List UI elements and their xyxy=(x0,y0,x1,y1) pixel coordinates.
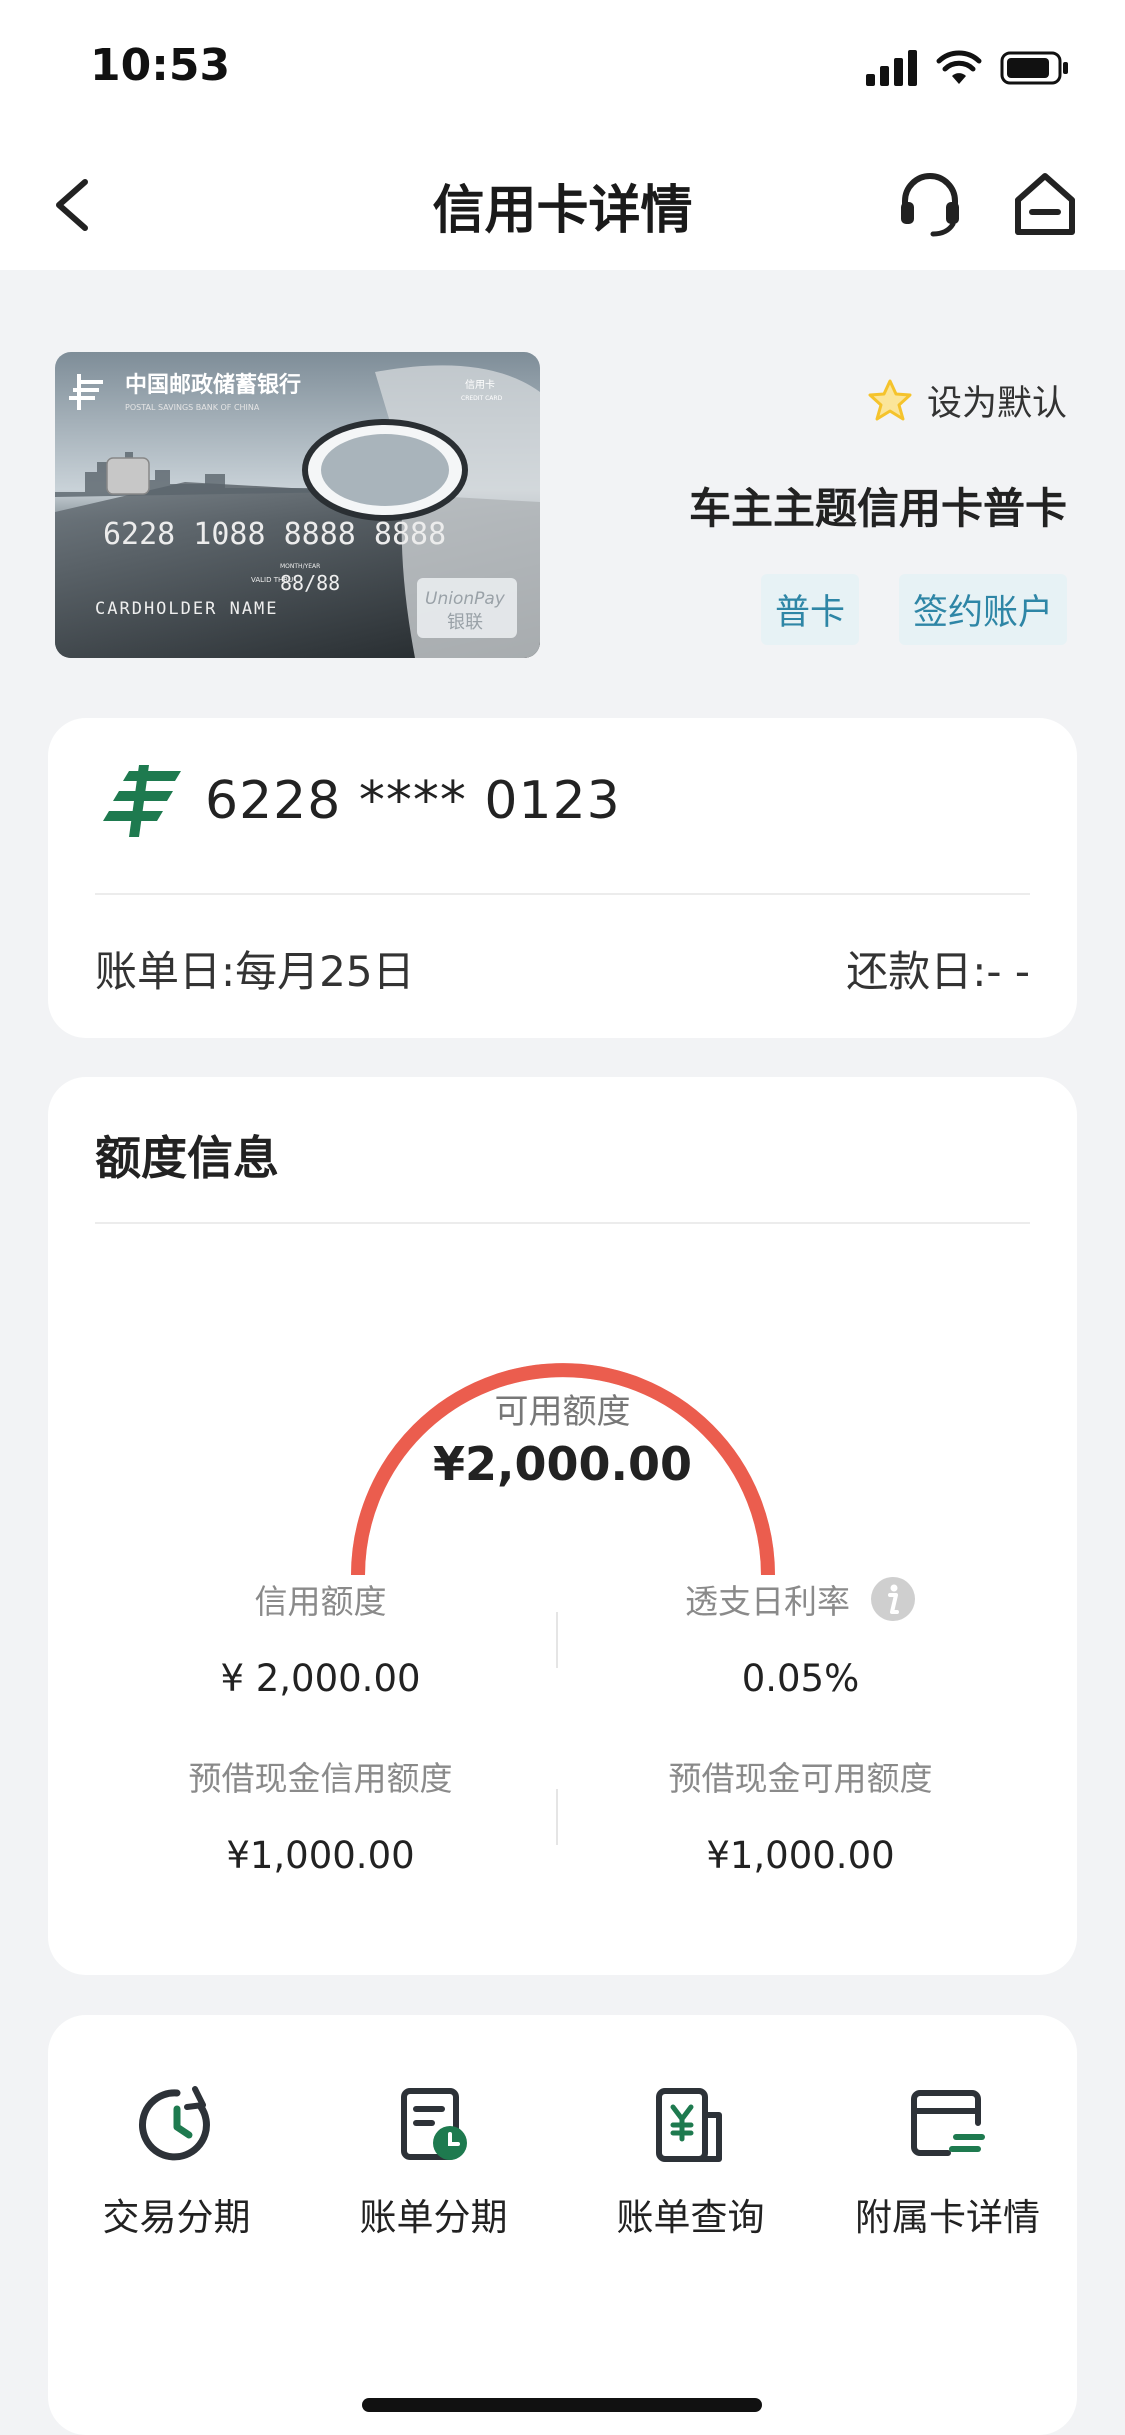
clock-installment-icon xyxy=(138,2086,210,2161)
set-default-label: 设为默认 xyxy=(926,384,1067,424)
divider xyxy=(95,1222,1030,1224)
battery-icon xyxy=(1000,51,1068,85)
quick-actions-panel: 交易分期 账单分期 账单查询 附属卡详情 xyxy=(48,2015,1077,2435)
status-icons xyxy=(866,50,1070,86)
credit-card-image[interactable]: 中国邮政储蓄银行 POSTAL SAVINGS BANK OF CHINA 信用… xyxy=(55,352,540,658)
cash-advance-available-value: ¥1,000.00 xyxy=(706,1834,895,1877)
limit-section-title: 额度信息 xyxy=(95,1131,279,1185)
card-tags: 普卡 签约账户 xyxy=(760,574,1067,645)
star-icon xyxy=(868,379,912,420)
divider xyxy=(556,1789,558,1845)
credit-limit-label: 信用额度 xyxy=(254,1582,387,1621)
card-product-name: 车主主题信用卡普卡 xyxy=(688,484,1067,533)
bill-day: 账单日:每月25日 xyxy=(95,947,415,996)
psbc-logo-icon xyxy=(103,765,181,837)
available-limit-value: ¥2,000.00 xyxy=(433,1437,692,1491)
unionpay-logo: UnionPay 银联 xyxy=(417,578,517,638)
quick-bill-installment[interactable]: 账单分期 xyxy=(305,2085,562,2241)
nav-bar: 信用卡详情 xyxy=(0,140,1125,270)
svg-text:银联: 银联 xyxy=(447,612,483,633)
quick-supplementary-card[interactable]: 附属卡详情 xyxy=(819,2085,1076,2241)
card-bank-name-en: POSTAL SAVINGS BANK OF CHINA xyxy=(125,403,260,412)
status-time: 10:53 xyxy=(90,40,231,91)
svg-text:UnionPay: UnionPay xyxy=(425,589,506,609)
quick-action-label: 附属卡详情 xyxy=(855,2196,1040,2239)
pay-day: 还款日:- - xyxy=(846,947,1030,996)
credit-limit-value: ¥ 2,000.00 xyxy=(220,1657,421,1700)
quick-action-label: 账单查询 xyxy=(616,2196,765,2239)
card-label: 信用卡 xyxy=(465,378,495,391)
card-month-year: MONTH/YEAR xyxy=(280,563,320,570)
home-indicator xyxy=(362,2398,762,2412)
available-limit-label: 可用额度 xyxy=(494,1392,631,1432)
quick-action-label: 账单分期 xyxy=(359,2196,508,2239)
cash-advance-available: 预借现金可用额度 ¥1,000.00 xyxy=(568,1752,1033,1877)
card-number-masked: 6228 **** 0123 xyxy=(205,771,621,831)
tag-signed-account: 签约账户 xyxy=(898,574,1067,645)
card-bank-name: 中国邮政储蓄银行 xyxy=(125,372,301,398)
cash-advance-limit: 预借现金信用额度 ¥1,000.00 xyxy=(88,1752,553,1877)
credit-limit: 信用额度 ¥ 2,000.00 xyxy=(88,1575,553,1700)
limit-panel: 额度信息 可用额度 ¥2,000.00 信用额度 ¥ 2,000.00 透支日利… xyxy=(48,1077,1077,1975)
cash-advance-limit-label: 预借现金信用额度 xyxy=(188,1759,453,1798)
divider xyxy=(556,1612,558,1668)
card-holder: CARDHOLDER NAME xyxy=(95,599,279,619)
signal-icon xyxy=(866,50,917,86)
quick-bill-query[interactable]: 账单查询 xyxy=(562,2085,819,2241)
divider xyxy=(95,893,1030,895)
card-number-print: 6228 1088 8888 8888 xyxy=(103,517,446,552)
overdraft-rate-value: 0.05% xyxy=(741,1657,860,1700)
home-icon[interactable] xyxy=(1010,168,1080,238)
account-row: 6228 **** 0123 xyxy=(103,763,621,839)
overdraft-rate: 透支日利率 0.05% xyxy=(568,1575,1033,1700)
quick-transaction-installment[interactable]: 交易分期 xyxy=(48,2085,305,2241)
card-detail-icon xyxy=(910,2090,985,2156)
quick-action-label: 交易分期 xyxy=(102,2196,251,2239)
overdraft-rate-label: 透支日利率 xyxy=(568,1575,1033,1623)
info-icon[interactable] xyxy=(870,1576,916,1622)
wifi-icon xyxy=(936,50,982,84)
card-label-en: CREDIT CARD xyxy=(461,395,503,402)
account-panel: 6228 **** 0123 账单日:每月25日 还款日:- - xyxy=(48,718,1077,1038)
tag-card-level: 普卡 xyxy=(760,574,859,645)
cash-advance-limit-value: ¥1,000.00 xyxy=(226,1834,415,1877)
bill-clock-icon xyxy=(400,2088,467,2160)
bill-yuan-icon xyxy=(655,2088,722,2162)
customer-service-icon[interactable] xyxy=(895,168,965,238)
cash-advance-available-label: 预借现金可用额度 xyxy=(668,1759,933,1798)
card-valid-date: 88/88 xyxy=(280,571,340,595)
status-bar: 10:53 xyxy=(0,0,1125,140)
set-default-button[interactable]: 设为默认 xyxy=(867,375,1067,426)
